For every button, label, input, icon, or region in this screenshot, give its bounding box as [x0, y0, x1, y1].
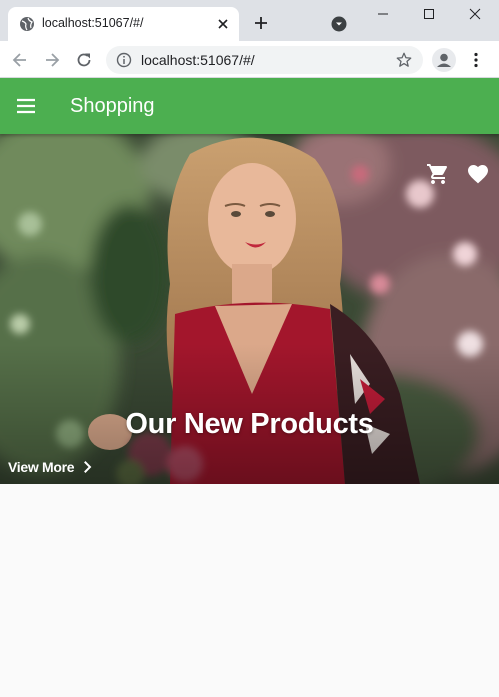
arrow-left-icon[interactable] — [10, 50, 30, 70]
address-bar[interactable]: localhost:51067/#/ — [106, 46, 423, 74]
globe-icon — [20, 17, 34, 31]
app-title: Shopping — [70, 95, 155, 117]
more-vert-icon[interactable] — [466, 50, 486, 70]
menu-icon[interactable] — [14, 94, 38, 118]
browser-tab[interactable]: localhost:51067/#/ — [8, 7, 239, 41]
minimize-button[interactable] — [360, 0, 406, 28]
star-icon[interactable] — [395, 51, 413, 69]
browser-toolbar: localhost:51067/#/ — [0, 41, 499, 78]
url-text[interactable]: localhost:51067/#/ — [141, 52, 255, 68]
hero-title: Our New Products — [125, 408, 374, 440]
minimize-icon — [378, 13, 388, 15]
chevron-right-icon — [84, 461, 92, 473]
profile-button[interactable] — [432, 48, 456, 72]
close-icon[interactable] — [216, 17, 230, 31]
maximize-icon — [424, 9, 434, 19]
arrow-right-icon[interactable] — [42, 50, 62, 70]
close-icon — [469, 8, 481, 20]
info-icon[interactable] — [116, 52, 132, 68]
hero-banner: Our New Products View More — [0, 134, 499, 484]
chevron-down-circle-icon[interactable] — [331, 16, 347, 32]
plus-icon[interactable] — [252, 14, 270, 32]
app-bar: Shopping — [0, 78, 499, 134]
reload-icon[interactable] — [74, 50, 94, 70]
browser-tab-strip: localhost:51067/#/ — [0, 0, 499, 41]
shopping-cart-icon[interactable] — [426, 162, 450, 186]
account-icon — [437, 53, 451, 67]
view-more-button[interactable]: View More — [8, 458, 96, 476]
heart-icon[interactable] — [466, 162, 490, 186]
close-window-button[interactable] — [452, 0, 498, 28]
view-more-label: View More — [8, 459, 75, 475]
content-area — [0, 484, 499, 697]
maximize-button[interactable] — [406, 0, 452, 28]
tab-title: localhost:51067/#/ — [42, 16, 144, 30]
